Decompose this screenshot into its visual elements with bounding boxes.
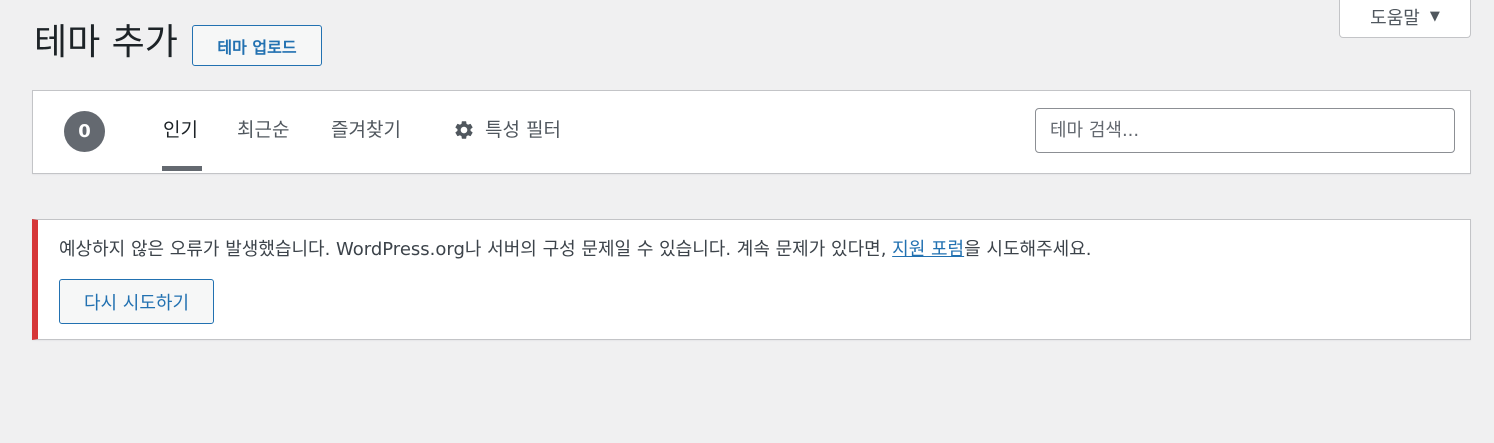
error-text-after: 을 시도해주세요. bbox=[964, 239, 1092, 260]
theme-count-badge: 0 bbox=[64, 111, 105, 152]
feature-filter-label: 특성 필터 bbox=[485, 119, 561, 141]
active-tab-indicator bbox=[162, 166, 202, 171]
theme-filter-bar: 0 인기 최근순 즐겨찾기 특성 필터 bbox=[32, 90, 1471, 174]
error-message: 예상하지 않은 오류가 발생했습니다. WordPress.org나 서버의 구… bbox=[59, 237, 1460, 263]
retry-button[interactable]: 다시 시도하기 bbox=[59, 279, 214, 324]
support-forum-link[interactable]: 지원 포럼 bbox=[892, 239, 964, 260]
gear-icon bbox=[455, 121, 473, 139]
feature-filter-button[interactable]: 특성 필터 bbox=[453, 117, 561, 143]
wp-admin-add-themes: 도움말 ▼ 테마 추가 테마 업로드 0 인기 최근순 즐겨찾기 특성 필터 예… bbox=[0, 0, 1494, 443]
upload-theme-button[interactable]: 테마 업로드 bbox=[192, 25, 322, 66]
page-title: 테마 추가 bbox=[34, 22, 178, 63]
error-notice: 예상하지 않은 오류가 발생했습니다. WordPress.org나 서버의 구… bbox=[32, 219, 1471, 340]
error-text-before: 예상하지 않은 오류가 발생했습니다. WordPress.org나 서버의 구… bbox=[59, 239, 893, 260]
tab-latest[interactable]: 최근순 bbox=[237, 117, 289, 143]
tab-popular[interactable]: 인기 bbox=[163, 117, 198, 143]
theme-search-input[interactable] bbox=[1035, 108, 1455, 153]
caret-down-icon: ▼ bbox=[1429, 9, 1440, 24]
help-label: 도움말 bbox=[1370, 7, 1420, 29]
tab-favorites[interactable]: 즐겨찾기 bbox=[331, 117, 401, 143]
help-button[interactable]: 도움말 ▼ bbox=[1339, 0, 1471, 38]
